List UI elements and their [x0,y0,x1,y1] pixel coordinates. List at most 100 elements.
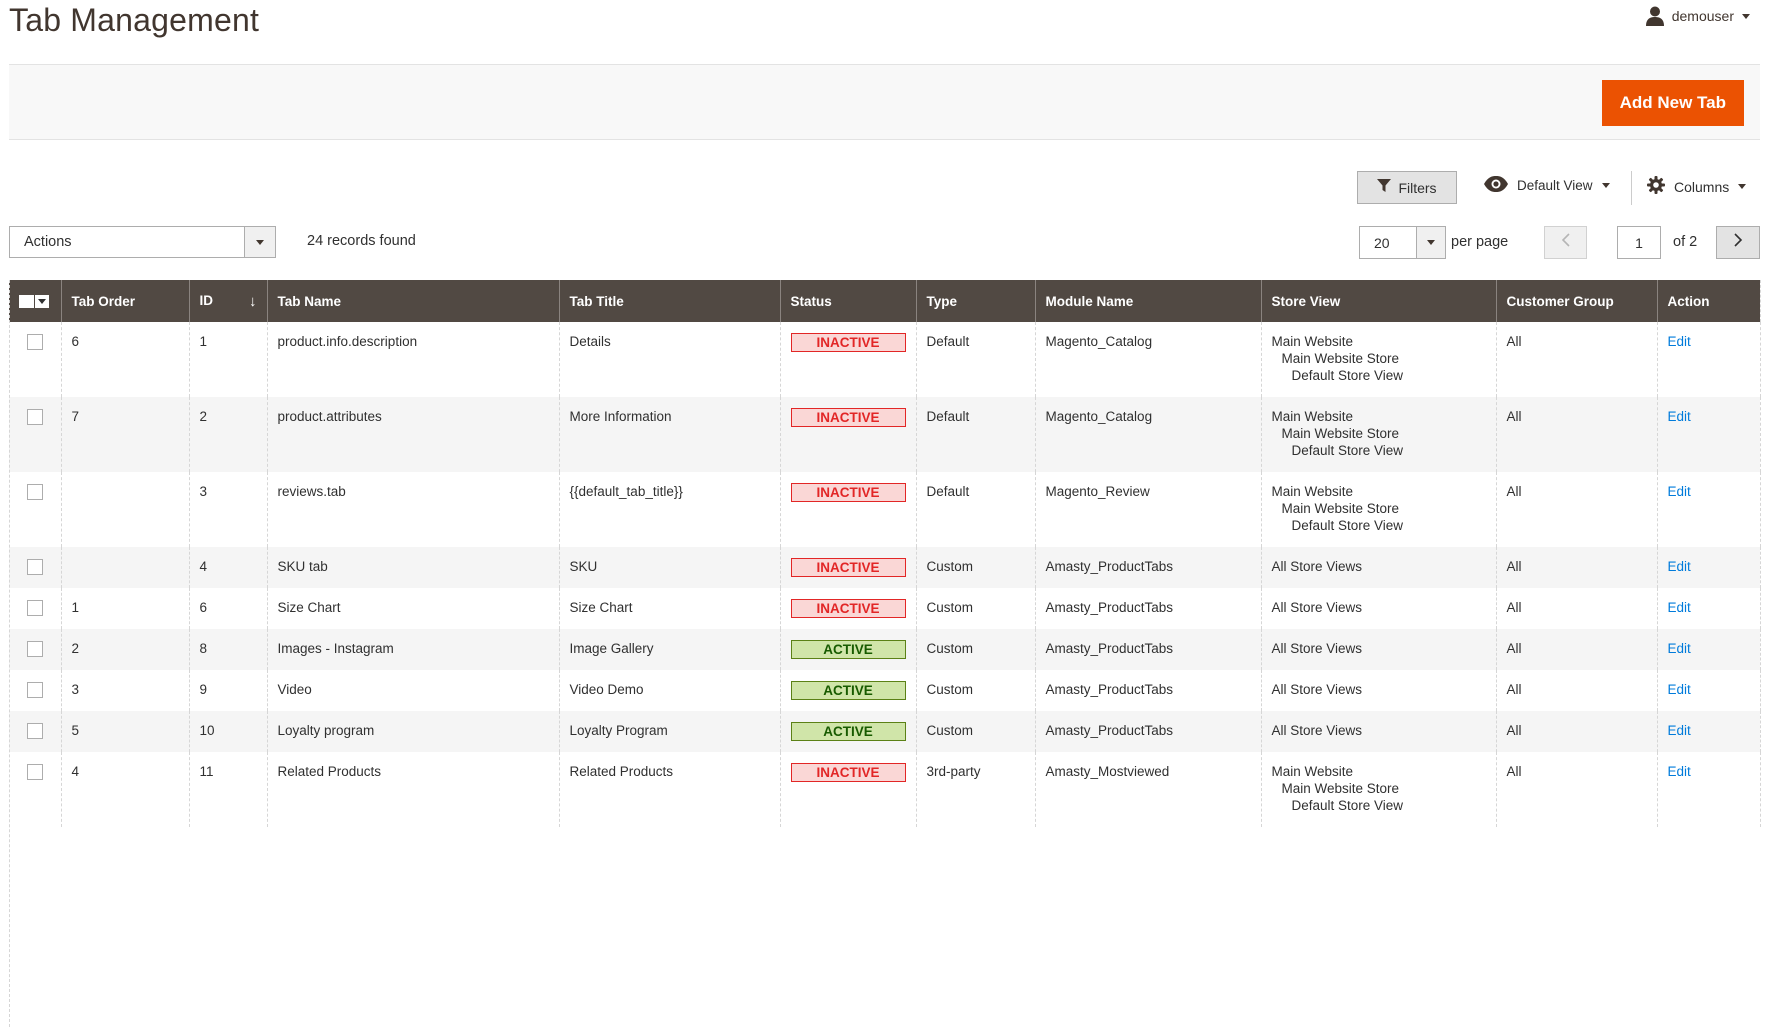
page-actions-bar: Add New Tab [9,64,1760,140]
store-view-line: Main Website [1271,409,1354,424]
cell-type: Default [915,397,1035,472]
add-new-tab-button[interactable]: Add New Tab [1601,80,1744,126]
cell-tab-order: 7 [60,397,189,472]
cell-customer-group: All [1495,397,1657,472]
cell-store-view: All Store Views [1260,711,1496,752]
cell-tab-order [60,547,189,588]
store-view-line: Main Website [1271,334,1354,349]
column-header-module-name[interactable]: Module Name [1034,280,1261,322]
edit-link[interactable]: Edit [1668,484,1691,499]
store-view-line: Main Website Store [1281,351,1400,366]
cell-module-name: Magento_Catalog [1034,397,1261,472]
page: Tab Management demouser Add New Tab Filt… [0,0,1770,1027]
cell-id: 1 [188,322,267,397]
cell-tab-order: 4 [60,752,189,827]
row-checkbox[interactable] [27,334,43,350]
row-checkbox[interactable] [27,559,43,575]
column-header-status[interactable]: Status [779,280,916,322]
cell-status: INACTIVE [779,547,916,588]
store-view-line: Default Store View [1291,518,1404,533]
edit-link[interactable]: Edit [1668,409,1691,424]
next-page-button[interactable] [1716,226,1760,259]
per-page-label: per page [1451,234,1509,250]
edit-link[interactable]: Edit [1668,682,1691,697]
row-checkbox[interactable] [27,764,43,780]
store-view-line: Default Store View [1291,798,1404,813]
column-header-id[interactable]: ID ↓ [188,280,267,322]
tabs-table: Tab Order ID ↓ Tab Name Tab Title Status … [9,280,1761,827]
user-account-menu[interactable]: demouser [1645,6,1750,26]
row-checkbox[interactable] [27,723,43,739]
cell-id: 6 [188,588,267,629]
previous-page-button[interactable] [1544,226,1587,259]
column-header-type[interactable]: Type [915,280,1035,322]
column-header-customer-group[interactable]: Customer Group [1495,280,1657,322]
cell-action: Edit [1656,547,1760,588]
cell-tab-name: reviews.tab [266,472,559,547]
column-header-tab-order[interactable]: Tab Order [60,280,189,322]
row-checkbox[interactable] [27,682,43,698]
status-badge: ACTIVE [790,722,906,741]
page-title: Tab Management [9,2,260,38]
cell-type: Default [915,322,1035,397]
store-view-line: All Store Views [1271,600,1363,615]
cell-store-view: Main Website Main Website Store Default St… [1260,397,1496,472]
toolbar-divider [1631,171,1632,205]
edit-link[interactable]: Edit [1668,641,1691,656]
column-header-tab-title[interactable]: Tab Title [558,280,780,322]
table-row: 3 9 Video Video Demo ACTIVE Custom Amasty_Prod… [9,670,1760,711]
records-found: 24 records found [307,233,416,249]
cell-action: Edit [1656,588,1760,629]
table-body: 6 1 product.info.description Details INACTIV… [9,322,1760,827]
filters-button[interactable]: Filters [1357,171,1457,204]
edit-link[interactable]: Edit [1668,334,1691,349]
cell-tab-order: 1 [60,588,189,629]
row-checkbox[interactable] [27,600,43,616]
columns-control[interactable]: Columns [1647,176,1747,197]
cell-store-view: All Store Views [1260,547,1496,588]
status-badge: ACTIVE [790,681,906,700]
mass-actions-select[interactable]: Actions [9,226,276,258]
row-checkbox[interactable] [27,484,43,500]
edit-link[interactable]: Edit [1668,764,1691,779]
store-view-line: All Store Views [1271,559,1363,574]
cell-id: 10 [188,711,267,752]
cell-status: ACTIVE [779,711,916,752]
edit-link[interactable]: Edit [1668,600,1691,615]
cell-tab-title: Loyalty Program [558,711,780,752]
status-badge: ACTIVE [790,640,906,659]
row-checkbox[interactable] [27,641,43,657]
cell-tab-title: {{default_tab_title}} [558,472,780,547]
status-badge: INACTIVE [790,483,906,502]
view-switcher[interactable]: Default View [1484,176,1610,195]
cell-type: Default [915,472,1035,547]
cell-module-name: Amasty_Mostviewed [1034,752,1261,827]
column-header-store-view[interactable]: Store View [1260,280,1496,322]
current-page-input[interactable] [1617,226,1661,259]
edit-link[interactable]: Edit [1668,723,1691,738]
store-view-line: Default Store View [1291,368,1404,383]
table-row: 4 SKU tab SKU INACTIVE Custom Amasty_ProductT… [9,547,1760,588]
cell-customer-group: All [1495,711,1657,752]
cell-action: Edit [1656,629,1760,670]
table-header-row: Tab Order ID ↓ Tab Name Tab Title Status … [9,280,1760,322]
store-view-line: Main Website [1271,764,1354,779]
select-all-checkbox[interactable] [19,294,34,308]
chevron-down-icon[interactable] [35,294,49,308]
cell-tab-title: SKU [558,547,780,588]
per-page-select[interactable]: 20 [1359,226,1446,259]
row-select-cell [9,588,61,629]
cell-type: Custom [915,670,1035,711]
cell-tab-name: Size Chart [266,588,559,629]
edit-link[interactable]: Edit [1668,559,1691,574]
cell-store-view: All Store Views [1260,629,1496,670]
column-header-tab-name[interactable]: Tab Name [266,280,559,322]
row-checkbox[interactable] [27,409,43,425]
cell-id: 2 [188,397,267,472]
table-row: 1 6 Size Chart Size Chart INACTIVE Custom Amas… [9,588,1760,629]
cell-status: INACTIVE [779,397,916,472]
cell-tab-name: Related Products [266,752,559,827]
select-all-header[interactable] [9,280,61,322]
cell-tab-name: product.info.description [266,322,559,397]
cell-tab-title: Related Products [558,752,780,827]
